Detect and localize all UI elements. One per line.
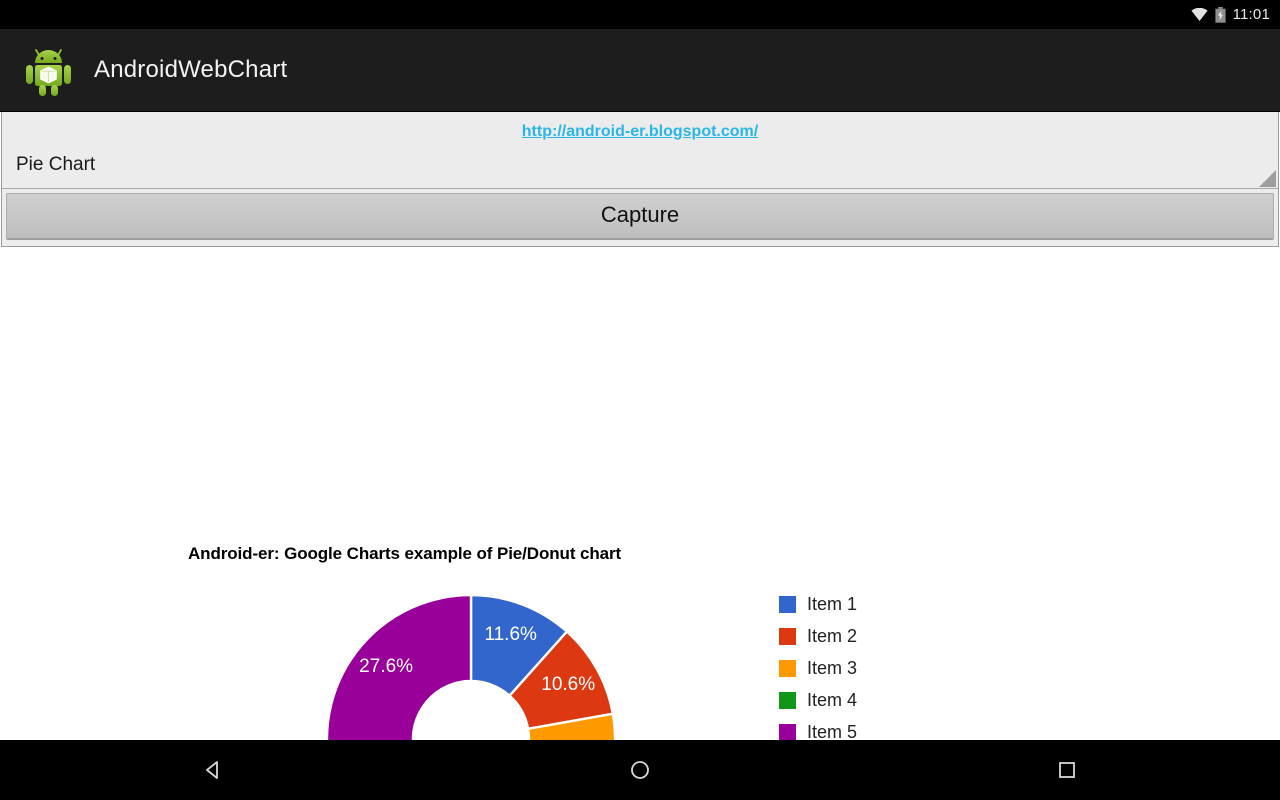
recents-icon[interactable]: [1027, 740, 1107, 800]
capture-row: Capture: [2, 189, 1278, 246]
legend-swatch-icon: [779, 724, 796, 741]
pie-slice[interactable]: [326, 594, 473, 764]
legend-swatch-icon: [779, 692, 796, 709]
legend-swatch-icon: [779, 596, 796, 613]
home-icon[interactable]: [600, 740, 680, 800]
dropdown-caret-icon: [1259, 170, 1276, 187]
wifi-icon: [1190, 8, 1208, 21]
url-row: http://android-er.blogspot.com/: [2, 112, 1278, 147]
legend-label: Item 4: [807, 690, 858, 710]
chart-type-value: Pie Chart: [16, 154, 96, 175]
app-title: AndroidWebChart: [94, 56, 288, 83]
chart-legend: Item 1 Item 2 Item 3 Item 4 Item 5: [779, 594, 857, 743]
control-panel: http://android-er.blogspot.com/ Pie Char…: [1, 112, 1279, 247]
back-icon[interactable]: [173, 740, 253, 800]
pie-slice-label: 27.6%: [359, 656, 413, 677]
battery-charging-icon: [1214, 6, 1226, 23]
chart-title: Android-er: Google Charts example of Pie…: [188, 544, 622, 563]
legend-swatch-icon: [779, 660, 796, 677]
pie-slice-label: 11.6%: [484, 624, 537, 645]
status-bar: 11:01: [0, 0, 1280, 29]
legend-item[interactable]: Item 1: [779, 594, 857, 615]
legend-label: Item 3: [807, 658, 858, 678]
android-robot-icon: [22, 44, 75, 97]
legend-item[interactable]: Item 4: [779, 690, 857, 711]
legend-item[interactable]: Item 3: [779, 658, 857, 679]
action-bar: AndroidWebChart: [0, 29, 1280, 112]
legend-label: Item 2: [807, 626, 858, 646]
navigation-bar: [0, 740, 1280, 800]
legend-swatch-icon: [779, 628, 796, 645]
legend-item[interactable]: Item 2: [779, 626, 857, 647]
pie-slice-label: 10.6%: [541, 674, 595, 695]
legend-label: Item 1: [807, 594, 858, 614]
site-link[interactable]: http://android-er.blogspot.com/: [522, 123, 758, 140]
chart-type-spinner[interactable]: Pie Chart: [2, 147, 1278, 189]
chart-area: Android-er: Google Charts example of Pie…: [0, 247, 1280, 800]
status-bar-clock: 11:01: [1232, 6, 1270, 23]
capture-button[interactable]: Capture: [6, 193, 1274, 240]
